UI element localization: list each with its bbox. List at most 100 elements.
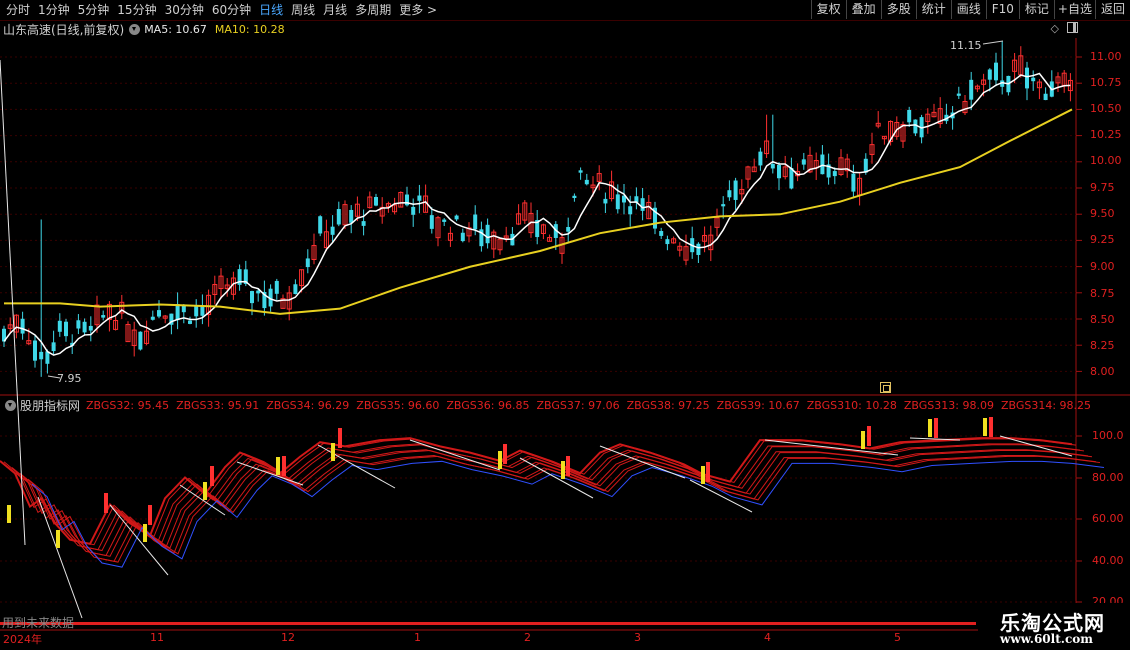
candle-body-down xyxy=(361,221,366,226)
candle-body-down xyxy=(336,209,341,225)
candle-body-down xyxy=(138,331,143,350)
candle-body-down xyxy=(374,196,378,206)
indicator-value: ZBGS310: 10.28 xyxy=(806,399,897,412)
candle-body-down xyxy=(733,180,738,200)
candle-body-down xyxy=(485,224,490,244)
price-tick: 10.00 xyxy=(1090,154,1122,167)
indicator-value: ZBGS32: 95.45 xyxy=(86,399,170,412)
indicator-name[interactable]: 股朋指标网 xyxy=(20,397,80,414)
candle-body-down xyxy=(194,305,199,317)
signal-bar xyxy=(503,444,507,464)
indicator-header: 股朋指标网 ZBGS32: 95.45 ZBGS33: 95.91 ZBGS34… xyxy=(0,397,1098,414)
candle-body-down xyxy=(801,159,806,165)
signal-bar xyxy=(210,466,214,486)
event-marker-icon[interactable] xyxy=(880,382,891,393)
candle-body-down xyxy=(851,173,856,192)
signal-bar xyxy=(143,524,147,542)
indicator-value: ZBGS38: 97.25 xyxy=(626,399,710,412)
indicator-tick: 40.00 xyxy=(1092,554,1124,567)
candle-body-down xyxy=(175,304,180,321)
candle-body-down xyxy=(64,321,68,337)
indicator-value: ZBGS34: 96.29 xyxy=(266,399,350,412)
candle-body-down xyxy=(956,93,961,96)
candle-body-down xyxy=(150,316,155,320)
signal-bar xyxy=(706,462,710,482)
signal-bar xyxy=(7,505,11,523)
candle-body-down xyxy=(721,204,726,207)
indicator-tick: 60.00 xyxy=(1092,512,1124,525)
candle-body-down xyxy=(789,168,794,189)
candle-body-down xyxy=(330,226,335,235)
signal-bar xyxy=(331,443,335,461)
watermark-url: www.60lt.com xyxy=(1000,632,1093,646)
price-tick: 9.25 xyxy=(1090,233,1115,246)
kline-chart[interactable] xyxy=(0,0,1130,650)
candle-body-down xyxy=(411,206,416,215)
candle-body-down xyxy=(640,198,645,211)
high-arrow xyxy=(982,40,1004,45)
candle-body-down xyxy=(770,164,775,169)
signal-bar xyxy=(989,417,993,437)
candle-body-down xyxy=(39,351,44,360)
price-tick: 9.00 xyxy=(1090,260,1115,273)
candle-body-down xyxy=(665,239,670,245)
candle-body-down xyxy=(473,214,478,230)
ma10-line xyxy=(4,108,1073,315)
candle-body-down xyxy=(820,154,825,175)
indicator-line xyxy=(23,455,1097,562)
indicator-value: ZBGS36: 96.85 xyxy=(446,399,530,412)
candle-body-down xyxy=(157,310,161,317)
indicator-value: ZBGS33: 95.91 xyxy=(176,399,260,412)
candle-body-down xyxy=(51,342,56,352)
price-tick: 9.75 xyxy=(1090,181,1115,194)
candle-body-down xyxy=(88,325,93,331)
candle-body-down xyxy=(603,198,608,204)
candle-body-down xyxy=(832,171,837,177)
signal-bar xyxy=(338,428,342,448)
date-tick: 2024年 xyxy=(3,633,42,646)
indicator-trendline xyxy=(409,439,501,471)
candle-body-down xyxy=(293,284,298,295)
candle-body-down xyxy=(188,320,192,324)
price-tick: 10.25 xyxy=(1090,128,1122,141)
signal-bar xyxy=(983,418,987,436)
indicator-value: ZBGS35: 96.60 xyxy=(356,399,440,412)
watermark: 乐淘公式网 www.60lt.com xyxy=(978,603,1130,650)
indicator-line xyxy=(0,437,1073,546)
candle-body-down xyxy=(200,305,205,316)
price-tick: 8.75 xyxy=(1090,287,1115,300)
candle-body-down xyxy=(727,190,732,198)
signal-bar xyxy=(928,419,932,437)
candle-body-down xyxy=(628,206,633,215)
signal-bar xyxy=(701,466,705,484)
signal-bar xyxy=(867,426,871,446)
candle-body-down xyxy=(987,69,992,80)
price-tick: 10.75 xyxy=(1090,76,1122,89)
indicator-dropdown-icon[interactable] xyxy=(5,400,16,411)
signal-bar xyxy=(56,530,60,548)
indicator-value: ZBGS314: 98.25 xyxy=(1000,399,1092,412)
signal-bar xyxy=(282,456,286,476)
candle-body-down xyxy=(101,315,106,318)
signal-bar xyxy=(566,456,570,476)
candle-body-down xyxy=(615,194,620,210)
indicator-tick: 80.00 xyxy=(1092,471,1124,484)
date-tick: 12 xyxy=(281,631,295,644)
candle-body-down xyxy=(349,209,354,223)
candle-body-down xyxy=(318,216,323,234)
date-axis: 2024年 11 12 1 2 3 4 5 xyxy=(0,630,1000,648)
future-data-note: 用到未来数据 xyxy=(2,616,75,630)
indicator-line xyxy=(31,460,1105,568)
candle-body-down xyxy=(442,219,447,222)
candle-body-down xyxy=(696,243,701,255)
date-tick: 2 xyxy=(524,631,531,644)
signal-bar xyxy=(148,505,152,525)
high-price-annotation: 11.15 xyxy=(950,39,982,52)
candle-body-down xyxy=(1031,77,1036,82)
candle-body-down xyxy=(429,215,434,229)
candle-body-down xyxy=(777,164,781,179)
indicator-line xyxy=(15,449,1089,557)
indicator-value: ZBGS37: 97.06 xyxy=(536,399,620,412)
signal-bar xyxy=(498,451,502,469)
indicator-tick: 100.0 xyxy=(1092,429,1124,442)
